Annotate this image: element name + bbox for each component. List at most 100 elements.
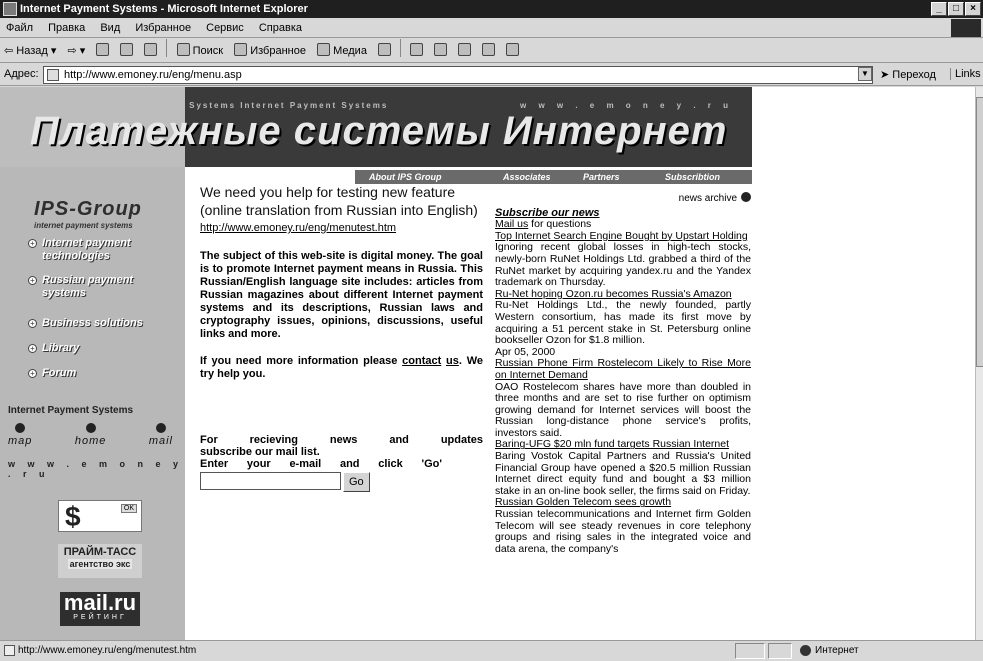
prime-tass-name: ПРАЙМ-ТАСС xyxy=(63,546,137,558)
close-button[interactable]: × xyxy=(965,2,981,16)
contact-link[interactable]: contact xyxy=(402,355,441,367)
messenger-icon xyxy=(506,43,520,56)
media-label: Медиа xyxy=(333,45,367,57)
mail-button[interactable] xyxy=(406,39,427,63)
links-button[interactable]: Links xyxy=(950,68,981,80)
mail-us-link[interactable]: Mail us xyxy=(495,218,528,230)
favorites-button[interactable]: Избранное xyxy=(230,39,310,63)
security-segment xyxy=(768,643,792,659)
search-label: Поиск xyxy=(192,45,224,57)
menu-tools[interactable]: Сервис xyxy=(200,18,250,38)
news-body: Ru-Net Holdings Ltd., the newly founded,… xyxy=(495,299,751,347)
nav-label: Library xyxy=(42,342,80,354)
tab-subscription[interactable]: Subscribtion xyxy=(665,170,720,184)
ips-group-logo[interactable]: IPS-Group xyxy=(34,198,142,221)
map-link[interactable]: map xyxy=(8,423,32,447)
nav-russian-payment-systems[interactable]: + Russian payment systems xyxy=(28,274,178,300)
nav-forum[interactable]: + Forum xyxy=(28,367,178,380)
signup-text: subscribe our mail list. xyxy=(200,446,320,458)
mail-icon xyxy=(155,423,166,433)
go-label: Переход xyxy=(892,69,936,81)
scrollbar-thumb[interactable] xyxy=(976,97,983,367)
maximize-button[interactable]: □ xyxy=(948,2,964,16)
signup-word: click xyxy=(378,458,403,470)
plus-icon: + xyxy=(28,319,37,328)
plus-icon: + xyxy=(28,369,37,378)
vertical-scrollbar[interactable] xyxy=(975,87,983,640)
discuss-button[interactable] xyxy=(478,39,499,63)
forward-button[interactable]: ⇨ ▾ xyxy=(63,39,89,63)
go-button[interactable]: ➤ Переход xyxy=(880,68,936,81)
page-icon xyxy=(47,69,59,81)
ok-label: OK xyxy=(120,504,137,513)
stop-button[interactable] xyxy=(92,39,113,63)
signup-word: For xyxy=(200,434,218,446)
site-description: The subject of this web-site is digital … xyxy=(200,250,483,340)
print-button[interactable] xyxy=(430,39,451,63)
refresh-icon xyxy=(120,43,134,56)
site-banner: Internet Payment Systems Internet Paymen… xyxy=(0,87,752,167)
page-viewport: Internet Payment Systems Internet Paymen… xyxy=(0,87,975,640)
signup-word: your xyxy=(246,458,271,470)
go-submit-button[interactable]: Go xyxy=(343,472,370,492)
news-body: Ignoring recent global losses in high-te… xyxy=(495,241,751,289)
menu-file[interactable]: Файл xyxy=(0,18,39,38)
edit-button[interactable] xyxy=(454,39,475,63)
internet-zone-icon xyxy=(800,645,811,656)
menu-view[interactable]: Вид xyxy=(94,18,126,38)
translation-test-link[interactable]: http://www.emoney.ru/eng/menutest.htm xyxy=(200,222,483,234)
menu-edit[interactable]: Правка xyxy=(42,18,91,38)
signup-word: e-mail xyxy=(289,458,322,470)
windows-logo-icon xyxy=(951,19,981,37)
toolbar-separator xyxy=(400,39,402,57)
home-button[interactable] xyxy=(140,39,161,63)
go-arrow-icon: ➤ xyxy=(880,69,890,81)
nav-label: Russian payment systems xyxy=(42,274,134,299)
news-archive-label: news archive xyxy=(678,193,737,204)
home-link[interactable]: home xyxy=(75,423,107,447)
email-input[interactable] xyxy=(200,472,341,490)
menu-help[interactable]: Справка xyxy=(253,18,308,38)
home-icon xyxy=(144,43,158,56)
menu-favorites[interactable]: Избранное xyxy=(129,18,197,38)
tab-about-ips-group[interactable]: About IPS Group xyxy=(369,170,442,184)
messenger-button[interactable] xyxy=(502,39,523,63)
tab-associates[interactable]: Associates xyxy=(503,170,551,184)
media-icon xyxy=(317,43,331,56)
address-dropdown-button[interactable]: ▼ xyxy=(858,67,872,81)
section-title: Internet Payment Systems xyxy=(8,405,134,416)
nav-label: Internet payment technologies xyxy=(42,237,131,262)
print-icon xyxy=(434,43,448,56)
contact-link-us[interactable]: us xyxy=(446,355,459,367)
news-headline[interactable]: Russian Phone Firm Rostelecom Likely to … xyxy=(495,357,751,381)
internet-zone-label: Интернет xyxy=(815,645,859,656)
status-text: http://www.emoney.ru/eng/menutest.htm xyxy=(18,645,197,656)
minimize-button[interactable]: _ xyxy=(931,2,947,16)
nav-business-solutions[interactable]: + Business solutions xyxy=(28,317,178,330)
mail-link[interactable]: mail xyxy=(149,423,173,447)
toolbar: ⇦ Назад ▾ ⇨ ▾ Поиск Избранное Медиа xyxy=(0,39,983,63)
plus-icon: + xyxy=(28,344,37,353)
nav-label: Business solutions xyxy=(42,317,143,329)
news-archive-link[interactable]: news archive xyxy=(495,192,751,205)
nav-label: Forum xyxy=(42,367,77,379)
menu-bar: Файл Правка Вид Избранное Сервис Справка xyxy=(0,18,983,38)
address-input[interactable]: http://www.emoney.ru/eng/menu.asp xyxy=(43,66,873,84)
nav-internet-payment-technologies[interactable]: + Internet payment technologies xyxy=(28,237,178,263)
status-segment xyxy=(735,643,765,659)
address-bar: Адрес: http://www.emoney.ru/eng/menu.asp… xyxy=(0,64,983,86)
history-button[interactable] xyxy=(374,39,395,63)
money-counter-badge[interactable]: $ OK xyxy=(58,500,142,532)
home-icon xyxy=(85,423,96,433)
nav-library[interactable]: + Library xyxy=(28,342,178,355)
search-button[interactable]: Поиск xyxy=(173,39,228,63)
prime-tass-badge[interactable]: ПРАЙМ-ТАСС агентство экс xyxy=(58,544,142,578)
tab-partners[interactable]: Partners xyxy=(583,170,620,184)
back-button[interactable]: ⇦ Назад ▾ xyxy=(0,39,60,63)
refresh-button[interactable] xyxy=(116,39,137,63)
mail-ru-rating-badge[interactable]: mail.ru РЕЙТИНГ xyxy=(60,592,140,626)
quick-links: map home mail xyxy=(8,423,173,447)
media-button[interactable]: Медиа xyxy=(313,39,371,63)
stop-icon xyxy=(96,43,110,56)
mail-icon xyxy=(410,43,424,56)
